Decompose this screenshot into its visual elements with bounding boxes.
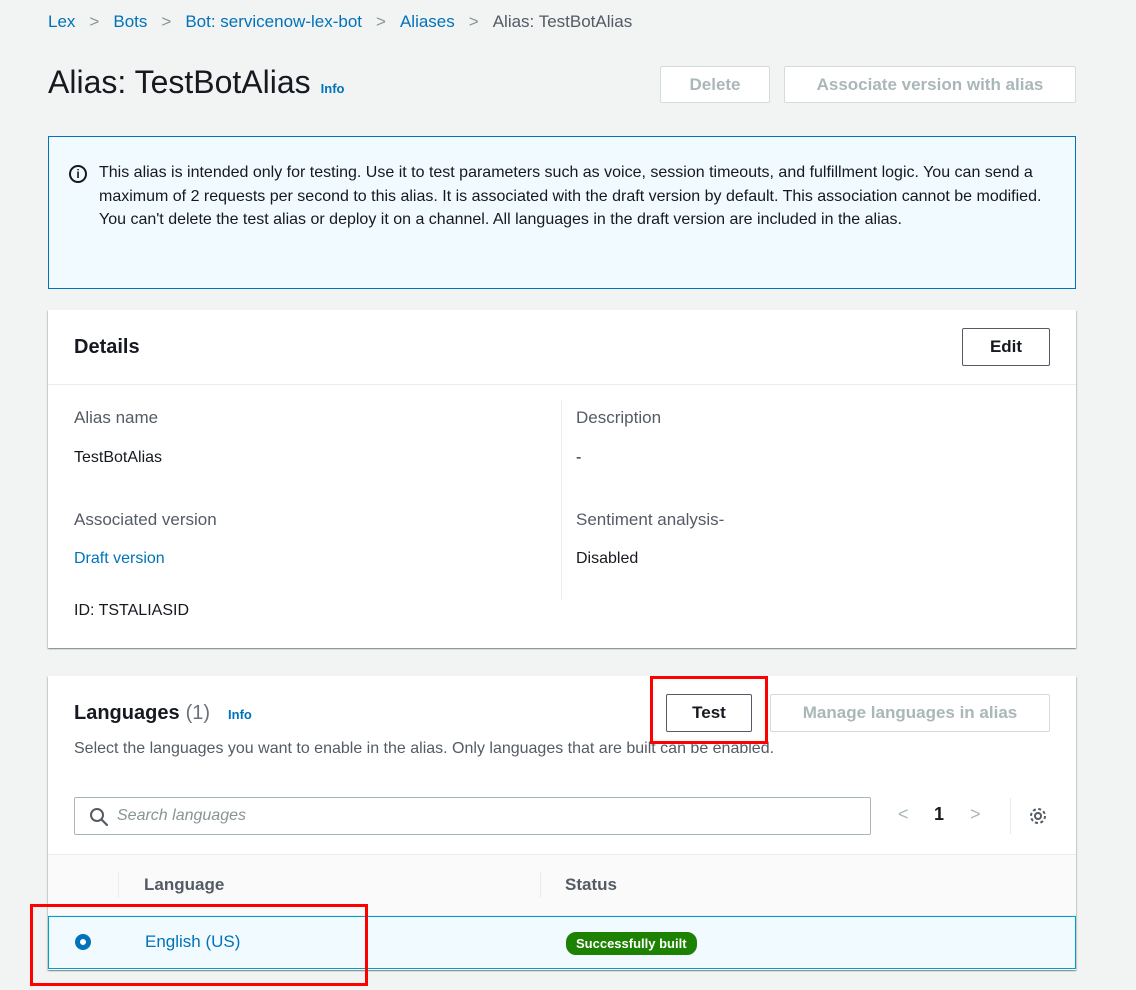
info-alert: i This alias is intended only for testin… <box>48 136 1076 289</box>
alert-text: This alias is intended only for testing.… <box>99 164 1042 228</box>
chevron-right-icon: > <box>468 12 479 31</box>
delete-button[interactable]: Delete <box>660 66 770 103</box>
languages-count: (1) <box>185 702 211 724</box>
search-icon <box>90 808 109 827</box>
draft-version-link[interactable]: Draft version <box>74 550 165 568</box>
column-header-language[interactable]: Language <box>144 854 224 916</box>
page-number[interactable]: 1 <box>934 804 944 825</box>
info-link[interactable]: Info <box>321 81 345 96</box>
test-button[interactable]: Test <box>666 694 752 732</box>
column-header-status[interactable]: Status <box>565 854 617 916</box>
pager-divider <box>1010 798 1011 834</box>
breadcrumb: Lex > Bots > Bot: servicenow-lex-bot > A… <box>48 12 632 32</box>
info-circle-icon: i <box>69 165 87 183</box>
breadcrumb-lex[interactable]: Lex <box>48 12 75 32</box>
description-value: - <box>576 449 582 466</box>
status-badge: Successfully built <box>566 932 697 955</box>
language-link[interactable]: English (US) <box>145 932 240 952</box>
languages-info-link[interactable]: Info <box>228 707 252 722</box>
description-label: Description <box>576 408 662 427</box>
chevron-right-icon[interactable]: > <box>970 804 981 825</box>
search-input[interactable] <box>117 804 857 828</box>
breadcrumb-aliases[interactable]: Aliases <box>400 12 455 32</box>
gear-icon[interactable] <box>1028 806 1048 826</box>
associate-version-button[interactable]: Associate version with alias <box>784 66 1076 103</box>
search-box <box>74 797 871 835</box>
page-title: Alias: TestBotAlias Info <box>48 64 344 101</box>
sentiment-value: Disabled <box>576 550 639 567</box>
sentiment-label: Sentiment analysis- <box>576 510 725 529</box>
row-radio-button[interactable] <box>75 934 91 950</box>
alias-name-value: TestBotAlias <box>74 449 163 466</box>
edit-button[interactable]: Edit <box>962 328 1050 366</box>
manage-languages-button[interactable]: Manage languages in alias <box>770 694 1050 732</box>
languages-title-text: Languages <box>74 702 180 724</box>
details-header: Details Edit <box>48 310 1076 385</box>
breadcrumb-bots[interactable]: Bots <box>113 12 147 32</box>
column-divider <box>561 400 562 600</box>
alias-name-label: Alias name <box>74 408 159 427</box>
table-row[interactable]: English (US) Successfully built <box>48 916 1076 969</box>
languages-title: Languages (1) Info <box>74 702 252 725</box>
chevron-right-icon: > <box>161 12 172 31</box>
languages-description: Select the languages you want to enable … <box>74 740 775 757</box>
associated-version-label: Associated version <box>74 510 217 529</box>
column-separator <box>118 872 119 898</box>
languages-panel: Languages (1) Info Test Manage languages i… <box>48 676 1076 970</box>
breadcrumb-current: Alias: TestBotAlias <box>492 12 633 31</box>
alias-id: ID: TSTALIASID <box>74 602 189 619</box>
chevron-right-icon: > <box>376 12 386 31</box>
page-title-text: Alias: TestBotAlias <box>48 64 311 100</box>
chevron-left-icon[interactable]: < <box>898 804 909 825</box>
chevron-right-icon: > <box>89 12 100 31</box>
breadcrumb-bot[interactable]: Bot: servicenow-lex-bot <box>185 12 362 32</box>
details-panel: Details Edit Alias name TestBotAlias Ass… <box>48 310 1076 648</box>
column-separator <box>540 872 541 898</box>
details-title: Details <box>74 336 140 358</box>
